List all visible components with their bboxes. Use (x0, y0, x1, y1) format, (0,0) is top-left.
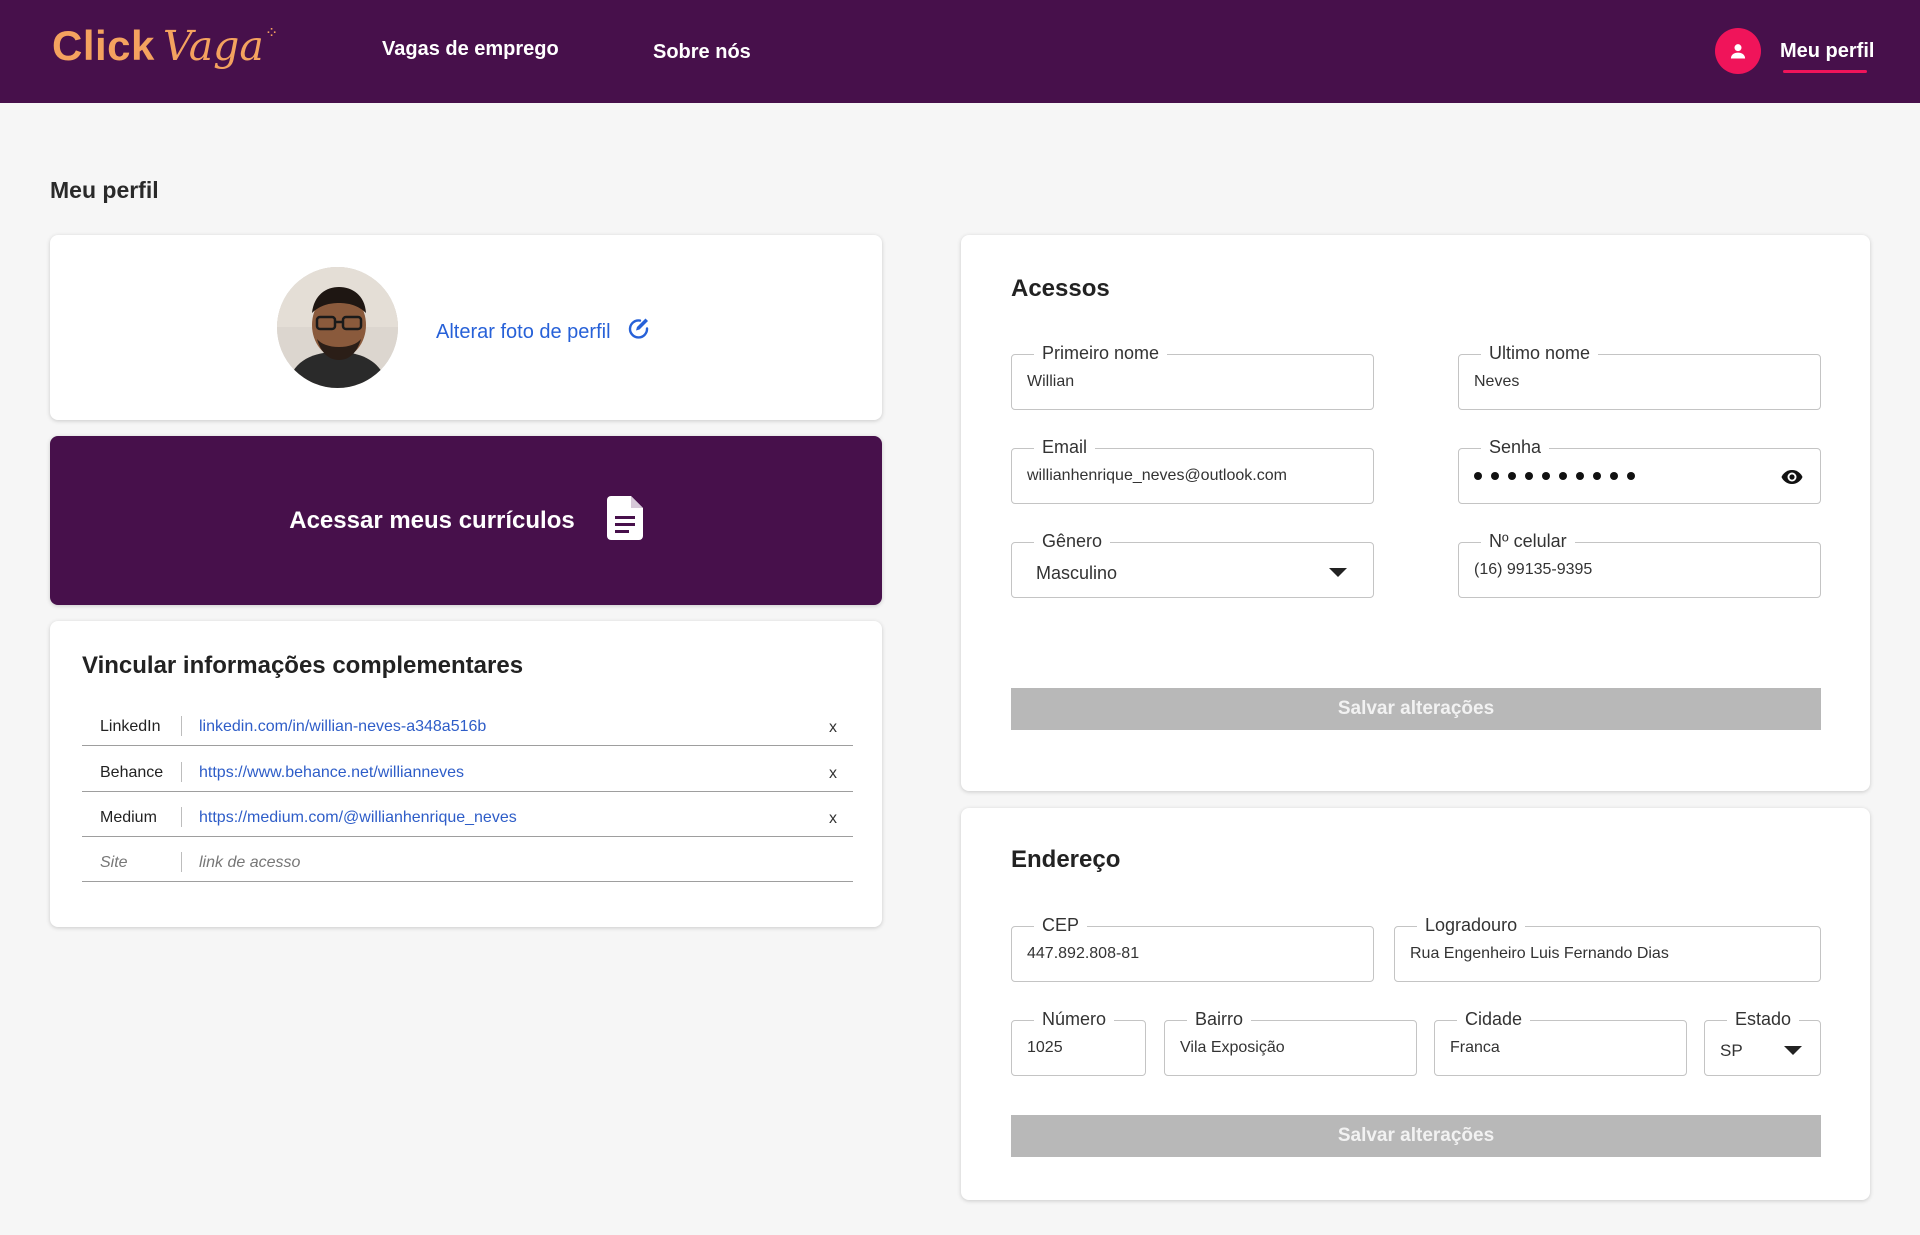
field-label: Senha (1481, 435, 1550, 459)
cidade-field[interactable]: Cidade Franca (1434, 1007, 1687, 1076)
password-dot (1525, 472, 1533, 480)
field-value: Franca (1450, 1039, 1500, 1056)
address-card: Endereço CEP 447.892.808-81 Logradouro R… (961, 808, 1870, 1200)
field-label: Gênero (1034, 529, 1111, 553)
gender-select[interactable]: Gênero Masculino (1011, 529, 1374, 598)
link-row-medium: Medium https://medium.com/@willianhenriq… (82, 801, 853, 837)
field-label: Bairro (1187, 1007, 1252, 1031)
change-photo-button[interactable]: Alterar foto de perfil (436, 317, 651, 347)
complementary-links-card: Vincular informações complementares Link… (50, 621, 882, 927)
site-link-input[interactable]: link de acesso (199, 854, 300, 872)
logo-spark-icon: ⁘ (264, 25, 279, 42)
nav-vagas-de-emprego[interactable]: Vagas de emprego (382, 38, 559, 61)
password-dot (1576, 472, 1584, 480)
field-label: Primeiro nome (1034, 341, 1168, 365)
person-icon[interactable] (1715, 28, 1761, 74)
links-card-title: Vincular informações complementares (82, 652, 524, 679)
link-separator (181, 716, 182, 736)
phone-field[interactable]: Nº celular (16) 99135-9395 (1458, 529, 1821, 598)
document-icon (606, 496, 643, 545)
field-value: Masculino (1036, 563, 1118, 583)
estado-select[interactable]: Estado SP (1704, 1007, 1821, 1076)
eye-icon[interactable] (1780, 465, 1804, 494)
link-label: Behance (100, 764, 164, 781)
link-label: Medium (100, 809, 157, 826)
password-dot (1627, 472, 1635, 480)
link-label: LinkedIn (100, 718, 161, 735)
save-access-button[interactable]: Salvar alterações (1011, 688, 1821, 730)
link-row-site[interactable]: Site link de acesso (82, 846, 853, 882)
first-name-field[interactable]: Primeiro nome Willian (1011, 341, 1374, 410)
profile-avatar (277, 267, 398, 388)
password-dot (1508, 472, 1516, 480)
field-value: (16) 99135-9395 (1474, 561, 1593, 578)
active-nav-indicator (1783, 70, 1867, 73)
save-address-button[interactable]: Salvar alterações (1011, 1115, 1821, 1157)
password-dot (1610, 472, 1618, 480)
field-value: 447.892.808-81 (1027, 945, 1140, 962)
field-label: Cidade (1457, 1007, 1531, 1031)
logradouro-field[interactable]: Logradouro Rua Engenheiro Luis Fernando … (1394, 913, 1821, 982)
profile-photo-card: Alterar foto de perfil (50, 235, 882, 420)
access-card-title: Acessos (1011, 275, 1110, 302)
chevron-down-icon (1329, 568, 1347, 577)
link-row-behance: Behance https://www.behance.net/williann… (82, 756, 853, 792)
change-photo-label: Alterar foto de perfil (436, 320, 611, 343)
link-url[interactable]: linkedin.com/in/willian-neves-a348a516b (199, 718, 486, 736)
field-label: Email (1034, 435, 1096, 459)
password-dot (1593, 472, 1601, 480)
chevron-down-icon (1784, 1046, 1802, 1055)
password-field[interactable]: Senha (1458, 435, 1821, 504)
password-dot (1542, 472, 1550, 480)
nav-meu-perfil[interactable]: Meu perfil (1780, 40, 1874, 63)
nav-sobre-nos[interactable]: Sobre nós (653, 41, 751, 64)
field-label: Nº celular (1481, 529, 1575, 553)
field-label: Logradouro (1417, 913, 1526, 937)
field-value: Vila Exposição (1180, 1039, 1285, 1056)
link-url[interactable]: https://www.behance.net/willianneves (199, 764, 464, 782)
field-value: Rua Engenheiro Luis Fernando Dias (1410, 945, 1669, 962)
edit-circle-icon (627, 317, 651, 347)
logo-click-text: Click (52, 22, 155, 69)
password-mask (1474, 472, 1635, 480)
access-resumes-label: Acessar meus currículos (289, 506, 575, 534)
remove-link-button[interactable]: x (829, 719, 837, 737)
access-resumes-button[interactable]: Acessar meus currículos (50, 436, 882, 605)
link-separator (181, 807, 182, 827)
page-title: Meu perfil (50, 177, 159, 203)
password-dot (1559, 472, 1567, 480)
cep-field[interactable]: CEP 447.892.808-81 (1011, 913, 1374, 982)
link-separator (181, 762, 182, 782)
link-url[interactable]: https://medium.com/@willianhenrique_neve… (199, 809, 517, 827)
link-separator (181, 852, 182, 872)
field-value: willianhenrique_neves@outlook.com (1027, 467, 1287, 484)
remove-link-button[interactable]: x (829, 765, 837, 783)
address-card-title: Endereço (1011, 846, 1121, 873)
top-navbar: Click Vaga ⁘ Vagas de emprego Sobre nós … (0, 0, 1920, 103)
link-label: Site (100, 854, 128, 871)
field-value: SP (1720, 1041, 1743, 1060)
email-field[interactable]: Email willianhenrique_neves@outlook.com (1011, 435, 1374, 504)
clickvaga-logo[interactable]: Click Vaga ⁘ (52, 22, 278, 78)
access-card: Acessos Primeiro nome Willian Ultimo nom… (961, 235, 1870, 791)
field-value: Neves (1474, 373, 1520, 390)
field-label: Estado (1727, 1007, 1800, 1031)
logo-vaga-text: Vaga (162, 22, 264, 70)
link-row-linkedin: LinkedIn linkedin.com/in/willian-neves-a… (82, 710, 853, 746)
bairro-field[interactable]: Bairro Vila Exposição (1164, 1007, 1417, 1076)
password-dot (1491, 472, 1499, 480)
remove-link-button[interactable]: x (829, 810, 837, 828)
last-name-field[interactable]: Ultimo nome Neves (1458, 341, 1821, 410)
field-value: 1025 (1027, 1039, 1063, 1056)
field-value: Willian (1027, 373, 1075, 390)
field-label: Número (1034, 1007, 1115, 1031)
password-dot (1474, 472, 1482, 480)
numero-field[interactable]: Número 1025 (1011, 1007, 1146, 1076)
field-label: CEP (1034, 913, 1088, 937)
field-label: Ultimo nome (1481, 341, 1599, 365)
